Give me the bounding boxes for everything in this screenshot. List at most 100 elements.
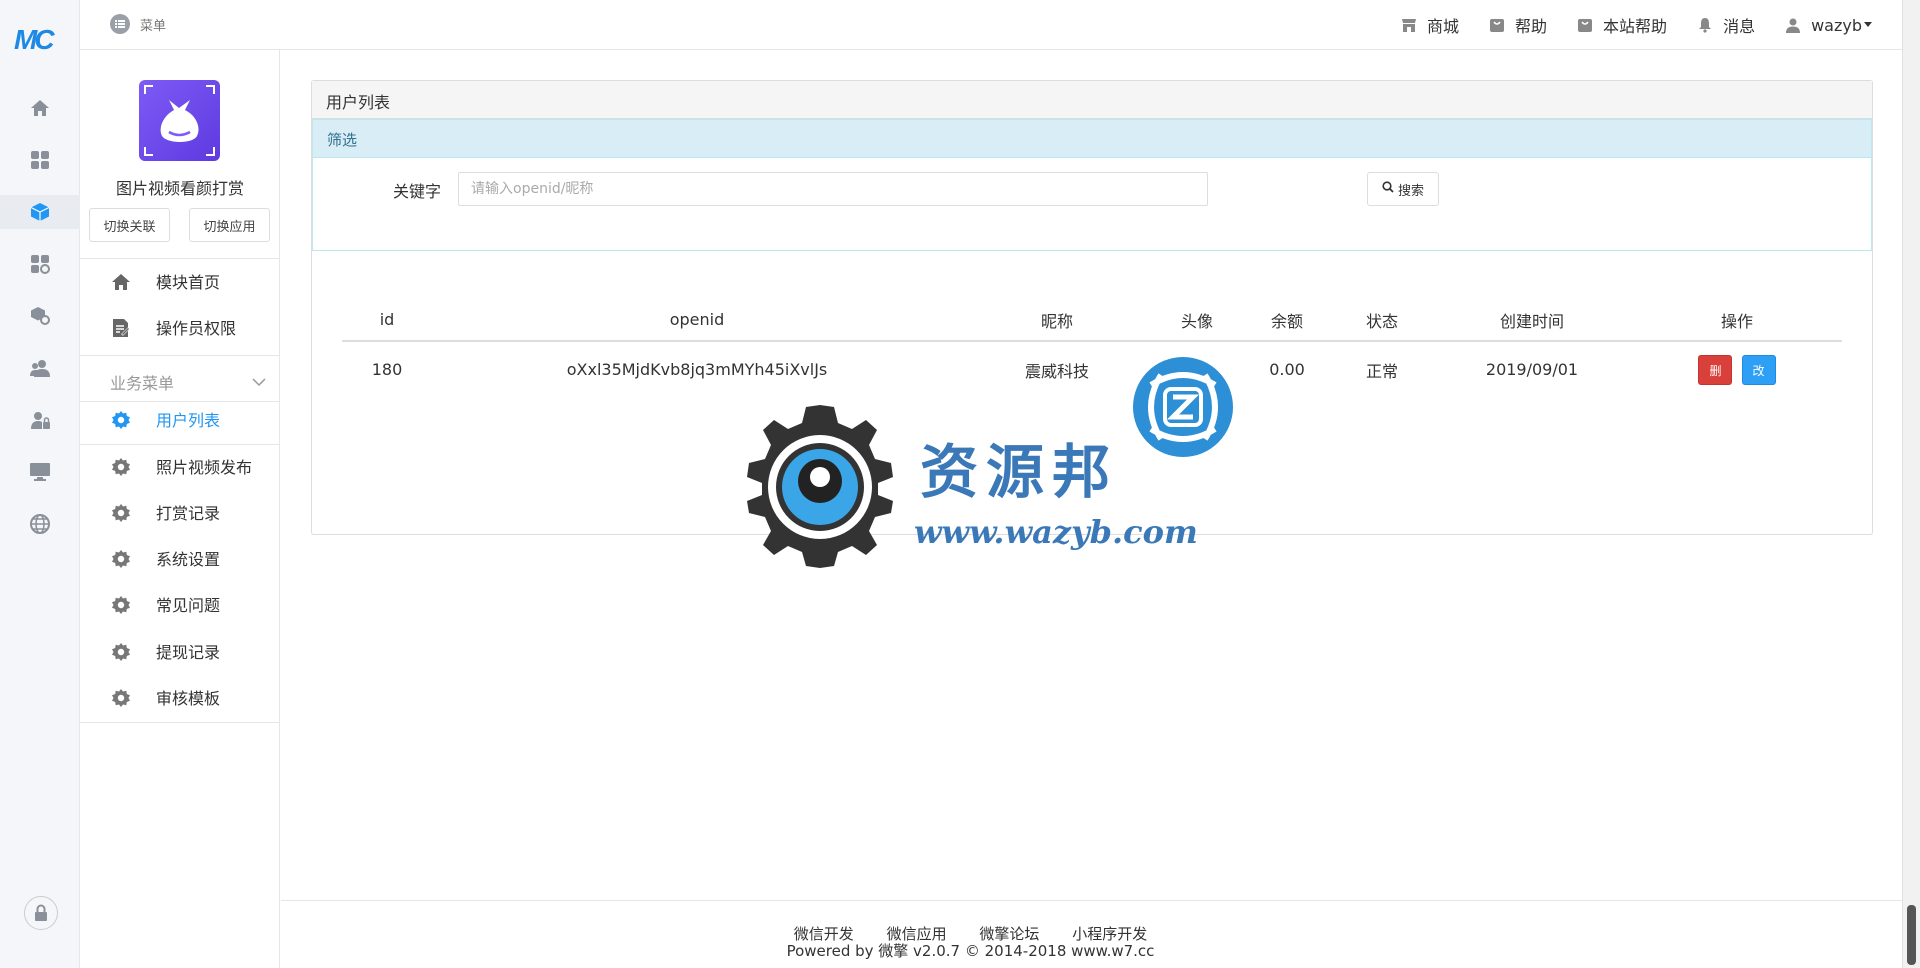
table-row: 180 oXxl35MjdKvb8jq3mMYh45iXvlJs 震威科技 0.… bbox=[342, 341, 1842, 397]
search-button[interactable]: 搜索 bbox=[1367, 172, 1439, 206]
gear-icon bbox=[110, 548, 132, 570]
sidebar-item-media-publish[interactable]: 照片视频发布 bbox=[80, 444, 280, 488]
gear-icon bbox=[110, 594, 132, 616]
sidebar-item-tip-records[interactable]: 打赏记录 bbox=[80, 490, 280, 534]
sidebar-item-faq[interactable]: 常见问题 bbox=[80, 582, 280, 626]
app-name: 图片视频看颜打赏 bbox=[115, 179, 244, 198]
edit-doc-icon bbox=[110, 317, 132, 339]
footer-copyright: Powered by 微擎 v2.0.7 © 2014-2018 www.w7.… bbox=[786, 942, 1155, 960]
col-avatar: 头像 bbox=[1152, 299, 1242, 342]
app-settings-icon[interactable] bbox=[24, 248, 56, 280]
gear-icon bbox=[110, 687, 132, 709]
keyword-label: 关键字 bbox=[393, 182, 442, 201]
nav-messages[interactable]: 消息 bbox=[1697, 13, 1755, 37]
col-actions: 操作 bbox=[1632, 299, 1842, 342]
cell-status: 正常 bbox=[1365, 361, 1398, 381]
cell-balance: 0.00 bbox=[1269, 360, 1305, 379]
user-icon bbox=[1785, 17, 1801, 33]
search-label: 搜索 bbox=[1397, 183, 1424, 199]
sidebar-item-label: 提现记录 bbox=[156, 643, 221, 662]
menu-toggle[interactable]: 菜单 bbox=[110, 14, 166, 34]
switch-link-button[interactable]: 切换关联 bbox=[89, 208, 170, 242]
keyword-input[interactable] bbox=[458, 172, 1208, 206]
gear-icon bbox=[110, 502, 132, 524]
cell-actions: 删 改 bbox=[1632, 341, 1842, 397]
gear-icon bbox=[110, 409, 132, 431]
nav-site-help[interactable]: 本站帮助 bbox=[1577, 13, 1667, 37]
user-table: id openid 昵称 头像 余额 状态 创建时间 操作 180 oXxl35… bbox=[342, 299, 1842, 397]
cell-avatar bbox=[1152, 341, 1242, 397]
footer: 微信开发 微信应用 微擎论坛 小程序开发 Powered by 微擎 v2.0.… bbox=[281, 900, 1902, 968]
cell-nickname: 震威科技 bbox=[1024, 361, 1089, 381]
sidebar-item-label: 模块首页 bbox=[156, 273, 221, 292]
module-cube-icon[interactable] bbox=[0, 195, 80, 229]
brand-logo[interactable]: MC bbox=[14, 24, 64, 56]
sidebar-item-label: 审核模板 bbox=[156, 689, 221, 708]
chevron-down-icon bbox=[252, 372, 266, 391]
sidebar-item-label: 常见问题 bbox=[156, 596, 221, 615]
icon-rail: MC bbox=[0, 0, 80, 968]
nav-user[interactable]: wazyb bbox=[1785, 13, 1872, 37]
app-logo bbox=[139, 80, 220, 161]
nav-user-label: wazyb bbox=[1811, 15, 1862, 35]
panel-title: 用户列表 bbox=[312, 81, 1872, 119]
edit-button[interactable]: 改 bbox=[1741, 354, 1776, 385]
gear-icon bbox=[110, 456, 132, 478]
nav-help-label: 帮助 bbox=[1515, 17, 1548, 36]
switch-app-button[interactable]: 切换应用 bbox=[189, 208, 270, 242]
sidebar-item-withdraw-records[interactable]: 提现记录 bbox=[80, 629, 280, 673]
group-label: 业务菜单 bbox=[110, 374, 175, 393]
col-nickname: 昵称 bbox=[962, 299, 1152, 342]
gear-icon bbox=[110, 641, 132, 663]
sidebar-item-review-template[interactable]: 审核模板 bbox=[80, 675, 280, 719]
nav-messages-label: 消息 bbox=[1723, 17, 1756, 36]
module-sidebar: 图片视频看颜打赏 切换关联 切换应用 模块首页 操作员权限 业务菜单 用户列表 … bbox=[80, 50, 280, 968]
globe-icon[interactable] bbox=[24, 508, 56, 540]
users-icon[interactable] bbox=[24, 352, 56, 384]
cell-created: 2019/09/01 bbox=[1485, 360, 1579, 379]
sidebar-item-label: 打赏记录 bbox=[156, 504, 221, 523]
bell-icon bbox=[1697, 17, 1713, 33]
delete-button[interactable]: 删 bbox=[1698, 354, 1733, 385]
sidebar-item-module-home[interactable]: 模块首页 bbox=[80, 259, 280, 303]
filter-box: 筛选 关键字 搜索 bbox=[312, 119, 1872, 251]
sidebar-item-operator-permissions[interactable]: 操作员权限 bbox=[80, 305, 280, 349]
nav-site-help-label: 本站帮助 bbox=[1603, 17, 1668, 36]
sidebar-item-label: 照片视频发布 bbox=[156, 458, 253, 477]
help-bag-icon bbox=[1489, 17, 1505, 33]
sidebar-item-system-settings[interactable]: 系统设置 bbox=[80, 536, 280, 580]
table-header-row: id openid 昵称 头像 余额 状态 创建时间 操作 bbox=[342, 299, 1842, 342]
caret-down-icon bbox=[1864, 22, 1872, 28]
site-help-icon bbox=[1577, 17, 1593, 33]
store-icon bbox=[1401, 17, 1417, 33]
top-nav: 商城 帮助 本站帮助 消息 wazyb bbox=[1401, 13, 1872, 37]
cell-openid: oXxl35MjdKvb8jq3mMYh45iXvlJs bbox=[566, 360, 828, 379]
menu-label: 菜单 bbox=[140, 18, 167, 34]
monitor-icon[interactable] bbox=[24, 456, 56, 488]
lock-icon[interactable] bbox=[24, 896, 58, 930]
sidebar-divider bbox=[80, 722, 280, 723]
home-icon bbox=[110, 271, 132, 293]
col-balance: 余额 bbox=[1242, 299, 1332, 342]
filter-title: 筛选 bbox=[313, 120, 1871, 158]
page-scrollbar[interactable] bbox=[1902, 0, 1920, 968]
nav-store[interactable]: 商城 bbox=[1401, 13, 1459, 37]
user-list-panel: 用户列表 筛选 关键字 搜索 id openid 昵称 头像 余额 状态 创建时… bbox=[311, 80, 1873, 535]
cube-settings-icon[interactable] bbox=[24, 300, 56, 332]
nav-store-label: 商城 bbox=[1427, 17, 1460, 36]
col-id: id bbox=[342, 299, 432, 342]
cell-id: 180 bbox=[371, 360, 403, 379]
scrollbar-thumb[interactable] bbox=[1907, 905, 1916, 965]
col-openid: openid bbox=[432, 299, 962, 342]
sidebar-divider bbox=[80, 355, 280, 356]
user-lock-icon[interactable] bbox=[24, 404, 56, 436]
sidebar-item-label: 操作员权限 bbox=[156, 319, 237, 338]
nav-help[interactable]: 帮助 bbox=[1489, 13, 1547, 37]
top-bar: 菜单 商城 帮助 本站帮助 消息 wazyb bbox=[80, 0, 1902, 50]
col-created: 创建时间 bbox=[1432, 299, 1632, 342]
home-icon[interactable] bbox=[24, 92, 56, 124]
list-icon bbox=[110, 14, 130, 34]
sidebar-item-label: 系统设置 bbox=[156, 550, 221, 569]
sidebar-item-user-list[interactable]: 用户列表 bbox=[80, 397, 280, 441]
apps-grid-icon[interactable] bbox=[24, 144, 56, 176]
